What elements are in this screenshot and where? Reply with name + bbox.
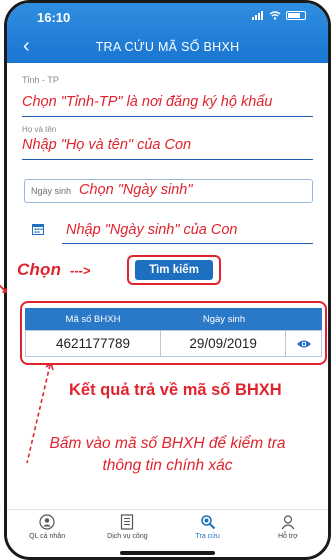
tab-personal[interactable]: QL cá nhân — [7, 510, 87, 547]
home-indicator — [120, 551, 215, 555]
name-label: Họ và tên — [22, 125, 57, 134]
dob-input[interactable]: Nhập "Ngày sinh" của Con — [66, 222, 238, 238]
dob-cell: 29/09/2019 — [161, 331, 287, 356]
province-underline — [22, 116, 313, 117]
tab-support[interactable]: Hỗ trợ — [248, 510, 328, 547]
bhxh-code-cell[interactable]: 4621177789 — [26, 331, 162, 356]
instruction-note: Bấm vào mã số BHXH để kiểm tra thông tin… — [7, 433, 328, 477]
column-header-action — [287, 308, 322, 330]
status-icons — [252, 11, 306, 20]
column-header-code: Mã số BHXH — [65, 313, 121, 325]
name-underline — [22, 159, 313, 160]
table-row[interactable]: 4621177789 29/09/2019 — [25, 330, 322, 357]
dob-select-hint: Chọn "Ngày sinh" — [79, 182, 193, 198]
dob-underline — [62, 243, 313, 244]
app-header: 16:10 ‹ TRA CỨU MÃ SỐ BHXH — [7, 3, 328, 63]
tab-public-services[interactable]: Dịch vụ công — [87, 510, 167, 547]
tab-label: Dịch vụ công — [107, 533, 148, 540]
tab-label: QL cá nhân — [29, 533, 66, 540]
tab-lookup[interactable]: Tra cứu — [168, 510, 248, 547]
phone: 16:10 ‹ TRA CỨU MÃ SỐ BHXH Tỉnh - TP Chọ… — [0, 0, 335, 560]
instruction-line-2: thông tin chính xác — [102, 457, 233, 474]
search-icon — [200, 515, 215, 530]
phone-frame: 16:10 ‹ TRA CỨU MÃ SỐ BHXH Tỉnh - TP Chọ… — [4, 0, 331, 560]
name-input[interactable]: Nhập "Họ và tên" của Con — [22, 137, 191, 153]
support-icon — [281, 515, 295, 530]
tab-label: Tra cứu — [195, 533, 220, 540]
column-header-dob: Ngày sinh — [202, 313, 246, 325]
arrow-annotation: ---> — [70, 263, 91, 278]
action-cell — [286, 331, 321, 356]
dob-select[interactable]: Ngày sinh Chọn "Ngày sinh" — [24, 179, 313, 203]
wifi-icon — [269, 11, 281, 20]
province-select[interactable]: Chọn "Tỉnh-TP" là nơi đăng ký hộ khẩu — [22, 94, 272, 110]
result-note: Kết quả trả về mã số BHXH — [69, 381, 282, 399]
search-button[interactable]: Tìm kiếm — [135, 260, 213, 280]
choose-annotation: Chọn — [17, 260, 62, 279]
bottom-tab-bar: QL cá nhân Dịch vụ công Tra cứu Hỗ trợ — [7, 509, 328, 547]
document-icon — [121, 514, 134, 530]
side-arrow-icon: ↘ — [0, 280, 9, 296]
instruction-line-1: Bấm vào mã số BHXH để kiểm tra — [49, 435, 286, 452]
status-time: 16:10 — [37, 10, 71, 25]
province-label: Tỉnh - TP — [22, 75, 59, 85]
user-badge-icon — [39, 514, 55, 530]
tab-label: Hỗ trợ — [277, 533, 298, 540]
result-table-header: Mã số BHXH Ngày sinh — [25, 308, 322, 330]
battery-icon — [286, 11, 306, 20]
signal-icon — [252, 11, 264, 20]
dob-label: Ngày sinh — [31, 186, 72, 196]
eye-icon[interactable] — [296, 339, 312, 349]
calendar-icon[interactable] — [32, 223, 44, 235]
page-title: TRA CỨU MÃ SỐ BHXH — [95, 40, 240, 54]
